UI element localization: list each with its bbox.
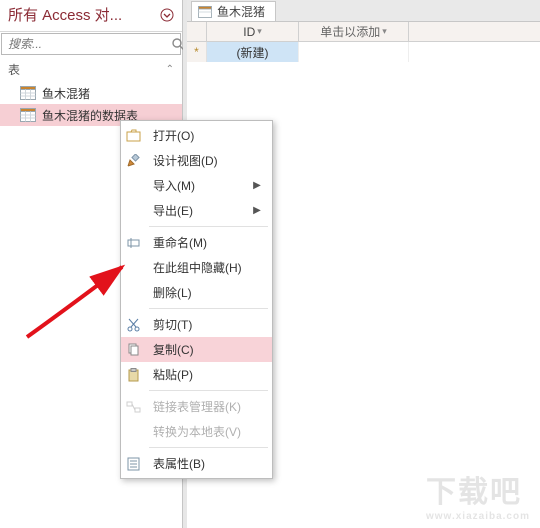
menu-item-rename[interactable]: 重命名(M)	[121, 230, 272, 255]
menu-item-label: 导出(E)	[153, 202, 246, 219]
menu-item-label: 打开(O)	[153, 127, 262, 144]
menu-separator	[149, 226, 268, 227]
menu-item-table-properties[interactable]: 表属性(B)	[121, 451, 272, 476]
paste-icon	[121, 368, 147, 382]
select-all-cell[interactable]	[187, 22, 207, 41]
context-menu: 打开(O) 设计视图(D) 导入(M) ▶ 导出(E) ▶ 重命名(M) 在此组…	[120, 120, 273, 479]
column-header-label: 单击以添加	[320, 23, 380, 40]
group-header-tables[interactable]: 表 ⌃	[0, 55, 182, 82]
menu-item-export[interactable]: 导出(E) ▶	[121, 198, 272, 223]
menu-item-label: 在此组中隐藏(H)	[153, 259, 262, 276]
table-icon	[20, 108, 36, 122]
cut-icon	[121, 318, 147, 332]
menu-item-label: 复制(C)	[153, 341, 262, 358]
group-label: 表	[8, 61, 20, 78]
tab-label: 鱼木混猪	[217, 3, 265, 20]
menu-item-label: 设计视图(D)	[153, 152, 262, 169]
search-input[interactable]	[2, 37, 171, 51]
sidebar-item-label: 鱼木混猪	[42, 85, 90, 102]
menu-item-linked-table-manager: 链接表管理器(K)	[121, 394, 272, 419]
menu-item-hide-in-group[interactable]: 在此组中隐藏(H)	[121, 255, 272, 280]
design-view-icon	[121, 154, 147, 168]
cell-add[interactable]	[299, 42, 409, 62]
column-header-add[interactable]: 单击以添加 ▾	[299, 22, 409, 41]
open-icon	[121, 129, 147, 143]
submenu-arrow-icon: ▶	[252, 180, 262, 191]
navigation-pane-title: 所有 Access 对...	[8, 4, 160, 25]
link-icon	[121, 400, 147, 414]
menu-item-copy[interactable]: 复制(C)	[121, 337, 272, 362]
sidebar-item-table-1[interactable]: 鱼木混猪	[0, 82, 182, 104]
chevron-up-icon: ⌃	[166, 64, 174, 75]
menu-item-convert-to-local: 转换为本地表(V)	[121, 419, 272, 444]
copy-icon	[121, 343, 147, 357]
table-row-new[interactable]: * (新建)	[187, 42, 540, 62]
table-icon	[198, 6, 212, 18]
menu-item-label: 重命名(M)	[153, 234, 262, 251]
cell-id[interactable]: (新建)	[207, 42, 299, 62]
navigation-pane-header[interactable]: 所有 Access 对...	[0, 0, 182, 32]
properties-icon	[121, 457, 147, 471]
rename-icon	[121, 236, 147, 250]
menu-item-paste[interactable]: 粘贴(P)	[121, 362, 272, 387]
dropdown-icon[interactable]: ▾	[257, 26, 262, 37]
new-record-icon: *	[187, 42, 207, 62]
column-header-label: ID	[243, 25, 255, 39]
menu-item-delete[interactable]: 删除(L)	[121, 280, 272, 305]
menu-item-label: 导入(M)	[153, 177, 246, 194]
menu-separator	[149, 447, 268, 448]
dropdown-icon[interactable]: ▾	[382, 26, 387, 37]
menu-separator	[149, 390, 268, 391]
menu-item-label: 链接表管理器(K)	[153, 398, 262, 415]
menu-item-import[interactable]: 导入(M) ▶	[121, 173, 272, 198]
datasheet-header: ID ▾ 单击以添加 ▾	[187, 22, 540, 42]
menu-item-cut[interactable]: 剪切(T)	[121, 312, 272, 337]
column-header-id[interactable]: ID ▾	[207, 22, 299, 41]
submenu-arrow-icon: ▶	[252, 205, 262, 216]
menu-item-label: 表属性(B)	[153, 455, 262, 472]
menu-separator	[149, 308, 268, 309]
menu-item-label: 删除(L)	[153, 284, 262, 301]
search-row	[1, 33, 181, 55]
menu-item-label: 转换为本地表(V)	[153, 423, 262, 440]
table-icon	[20, 86, 36, 100]
menu-item-label: 剪切(T)	[153, 316, 262, 333]
document-tabbar: 鱼木混猪	[187, 0, 540, 22]
menu-item-design-view[interactable]: 设计视图(D)	[121, 148, 272, 173]
tab-table[interactable]: 鱼木混猪	[191, 1, 276, 21]
menu-item-open[interactable]: 打开(O)	[121, 123, 272, 148]
chevron-down-icon[interactable]	[160, 8, 174, 22]
menu-item-label: 粘贴(P)	[153, 366, 262, 383]
